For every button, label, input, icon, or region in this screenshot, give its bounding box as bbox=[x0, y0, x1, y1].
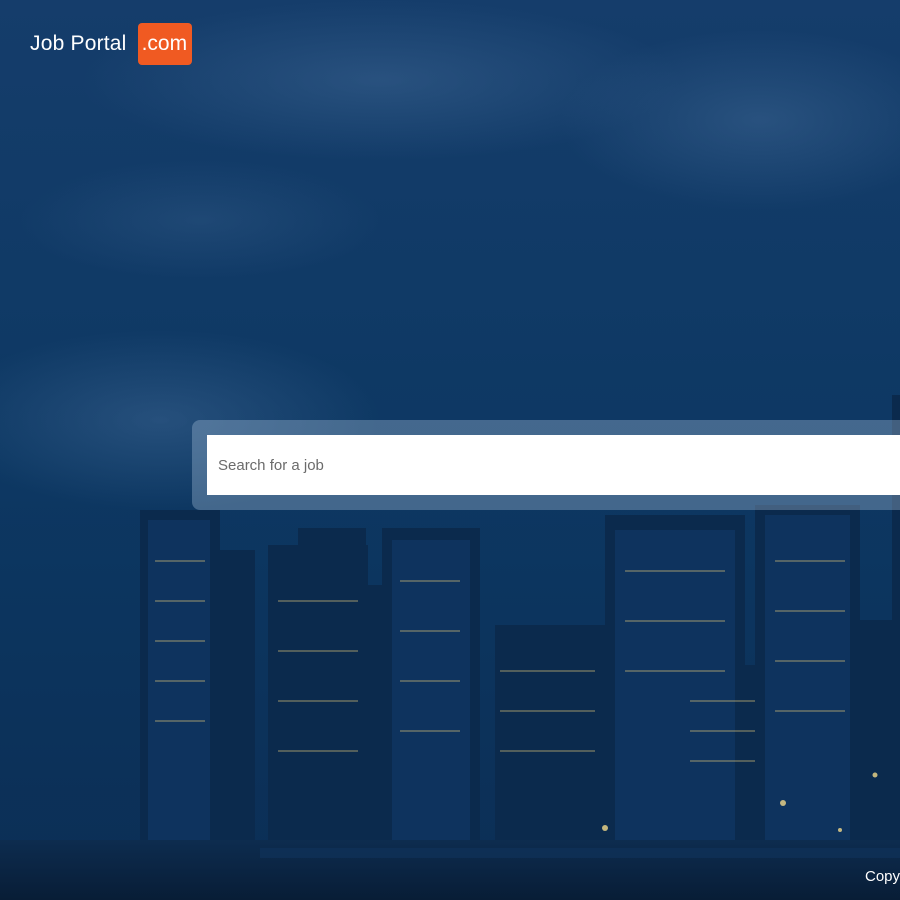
site-logo[interactable]: Job Portal .com bbox=[30, 23, 193, 65]
footer-copyright: Copy bbox=[865, 868, 900, 885]
logo-badge: .com bbox=[137, 23, 193, 65]
search-bar-container bbox=[192, 420, 900, 510]
page: Job Portal .com Copy bbox=[0, 0, 900, 900]
logo-text: Job Portal bbox=[30, 32, 127, 55]
job-search-input[interactable] bbox=[207, 435, 900, 495]
